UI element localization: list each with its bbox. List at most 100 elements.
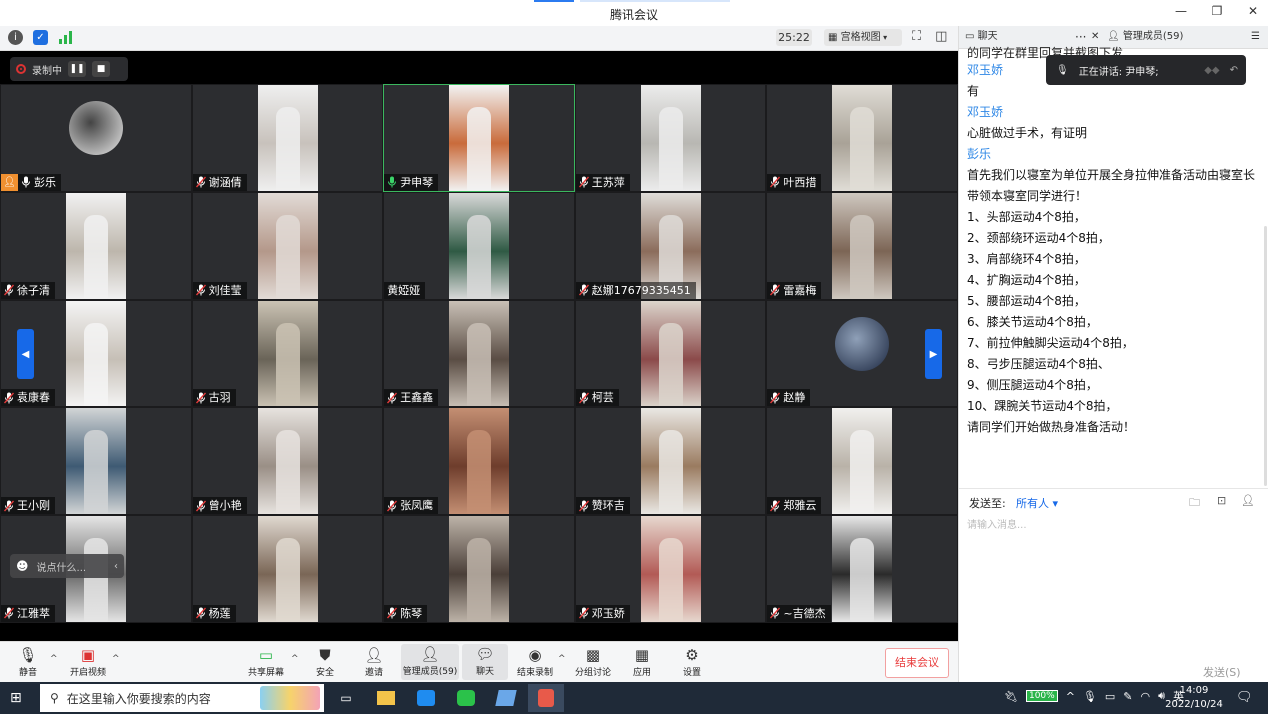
side-panel-icon[interactable]: ◫	[935, 29, 947, 44]
participant-tile[interactable]: 郑雅云	[766, 407, 958, 516]
mic-muted-icon	[3, 607, 15, 619]
speaker-wave-icon: ◆◆	[1204, 64, 1220, 76]
participant-video	[257, 192, 318, 299]
video-button[interactable]: ▣ 开启视频	[60, 645, 116, 678]
taskview-icon[interactable]: ▭	[328, 684, 364, 712]
restore-icon[interactable]: ❐	[1210, 4, 1224, 18]
participant-tile[interactable]: 柯芸	[574, 299, 767, 408]
battery-indicator[interactable]: 100%	[1025, 690, 1058, 702]
breakout-button[interactable]: ▩ 分组讨论	[565, 645, 621, 678]
signal-icon[interactable]	[58, 30, 73, 45]
participant-name: 赵静	[783, 391, 806, 405]
participant-tile[interactable]: 谢涵倩	[191, 84, 384, 192]
person-figure	[467, 322, 492, 407]
send-to-select[interactable]: 所有人 ▾	[1016, 495, 1058, 511]
info-icon[interactable]: i	[8, 30, 23, 45]
send-button[interactable]: 发送(S)	[1203, 664, 1241, 680]
minimize-icon[interactable]: —	[1174, 4, 1188, 18]
participant-tile[interactable]: 陈琴	[383, 515, 575, 623]
wechat-icon[interactable]	[448, 684, 484, 712]
apps-button[interactable]: ▦ 应用	[614, 645, 670, 678]
participant-tile[interactable]: 张凤鹰	[383, 407, 575, 516]
participant-tile[interactable]: 王小刚	[0, 407, 192, 516]
video-options-caret[interactable]: ^	[112, 654, 120, 664]
participant-tile[interactable]: 王苏萍	[574, 84, 767, 192]
mic-muted-icon	[3, 500, 15, 512]
participant-tile[interactable]: 👤︎ 彭乐	[0, 84, 192, 192]
pen-icon[interactable]: ✎	[1123, 690, 1132, 703]
participant-tile[interactable]: 邓玉娇	[574, 515, 767, 623]
folder-icon[interactable]: 🗀︎	[1189, 494, 1200, 513]
pause-recording-button[interactable]: ❚❚	[68, 61, 86, 77]
mic-muted-icon	[578, 176, 589, 188]
participant-tile[interactable]: 尹申琴	[383, 84, 575, 192]
close-tab-icon[interactable]: ✕	[1091, 26, 1099, 48]
more-icon[interactable]: ···	[1075, 26, 1086, 48]
collapse-icon[interactable]: ‹	[114, 561, 118, 572]
mute-options-caret[interactable]: ^	[50, 654, 58, 664]
return-icon[interactable]: ↶	[1230, 65, 1238, 76]
tab-members[interactable]: 👤︎ 管理成员(59)	[1107, 26, 1183, 48]
taskbar-clock[interactable]: 14:09 2022/10/24	[1162, 684, 1226, 712]
chat-scrollbar[interactable]	[1264, 226, 1267, 486]
chat-input[interactable]: 请输入消息...	[967, 516, 1261, 531]
participant-tile[interactable]: 雷嘉梅	[766, 191, 958, 300]
wifi-icon[interactable]: ◠	[1141, 690, 1151, 703]
share-screen-button[interactable]: ▭ 共享屏幕	[238, 645, 294, 678]
windows-start-icon[interactable]: ⊞	[10, 690, 22, 706]
participant-name: 邓玉娇	[591, 606, 625, 620]
mic-muted-icon	[195, 284, 206, 296]
invite-button[interactable]: 👤︎ 邀请	[346, 645, 402, 678]
share-screen-icon: ▭	[258, 646, 274, 664]
participant-tile[interactable]: 刘佳莹	[191, 191, 384, 300]
participant-tile[interactable]: 黄婭娅	[383, 191, 575, 300]
emoji-icon[interactable]: ☻	[16, 559, 29, 573]
fullscreen-icon[interactable]: ⛶	[912, 29, 921, 44]
close-icon[interactable]: ✕	[1246, 4, 1260, 18]
participant-name: 江雅萃	[17, 606, 50, 620]
end-meeting-button[interactable]: 结束会议	[885, 648, 949, 678]
mute-button[interactable]: 🎙︎ 静音	[0, 645, 56, 678]
participant-tile[interactable]: 古羽	[191, 299, 384, 408]
person-figure	[658, 430, 683, 515]
mic-muted-icon	[387, 607, 398, 619]
participant-tile[interactable]: 赞环吉	[574, 407, 767, 516]
participant-name: 黄婭娅	[387, 283, 421, 297]
next-page-button[interactable]: ▶	[925, 329, 942, 379]
screenshot-icon[interactable]: ⊡	[1217, 494, 1226, 507]
participant-tile[interactable]: 赵娜17679335451	[574, 191, 767, 300]
taskbar-search[interactable]: ⚲ 在这里输入你要搜索的内容	[40, 684, 324, 712]
prev-page-button[interactable]: ◀	[17, 329, 34, 379]
quick-chat-input[interactable]: ☻ 说点什么... ‹	[10, 554, 124, 578]
end-recording-button[interactable]: ◉ 结束录制	[507, 645, 563, 678]
chevron-up-icon[interactable]: ^	[1066, 690, 1075, 703]
security-button[interactable]: ⛊ 安全	[297, 645, 353, 678]
chat-sender[interactable]: 邓玉娇	[967, 102, 1263, 123]
members-button[interactable]: 👤︎ 管理成员(59)	[401, 644, 459, 680]
settings-button[interactable]: ⚙ 设置	[664, 645, 720, 678]
participant-tile[interactable]: 叶西措	[766, 84, 958, 192]
participant-video	[832, 408, 893, 515]
participant-tile[interactable]: ~吉德杰	[766, 515, 958, 623]
microphone-tray-icon[interactable]: 🎙︎	[1083, 690, 1097, 703]
chat-button[interactable]: 💬︎ 聊天	[462, 644, 508, 680]
participant-name: 徐子清	[17, 283, 50, 297]
notification-icon[interactable]: 🗨︎	[1236, 690, 1253, 705]
chat-sender[interactable]: 彭乐	[967, 144, 1263, 165]
tencent-meeting-taskbar-icon[interactable]	[528, 684, 564, 712]
participant-tile[interactable]: 曾小艳	[191, 407, 384, 516]
participant-tile[interactable]: 杨莲	[191, 515, 384, 623]
participant-video	[832, 516, 893, 622]
app-tablet-icon[interactable]	[488, 684, 524, 712]
battery-icon[interactable]: ▭	[1105, 690, 1115, 703]
tab-chat[interactable]: ▭ 聊天	[965, 26, 998, 48]
grid-view-select[interactable]: ▦ 宫格视图 ▾	[824, 29, 902, 46]
participant-tile[interactable]: 王鑫鑫	[383, 299, 575, 408]
stop-recording-button[interactable]: ■	[92, 61, 110, 77]
participant-tile[interactable]: 徐子清	[0, 191, 192, 300]
app-blue-icon[interactable]	[408, 684, 444, 712]
file-explorer-icon[interactable]	[368, 684, 404, 712]
shield-icon[interactable]: ✓	[33, 30, 48, 45]
user-settings-icon[interactable]: 👤︎	[1241, 494, 1255, 507]
panel-menu-icon[interactable]: ☰	[1251, 26, 1260, 48]
